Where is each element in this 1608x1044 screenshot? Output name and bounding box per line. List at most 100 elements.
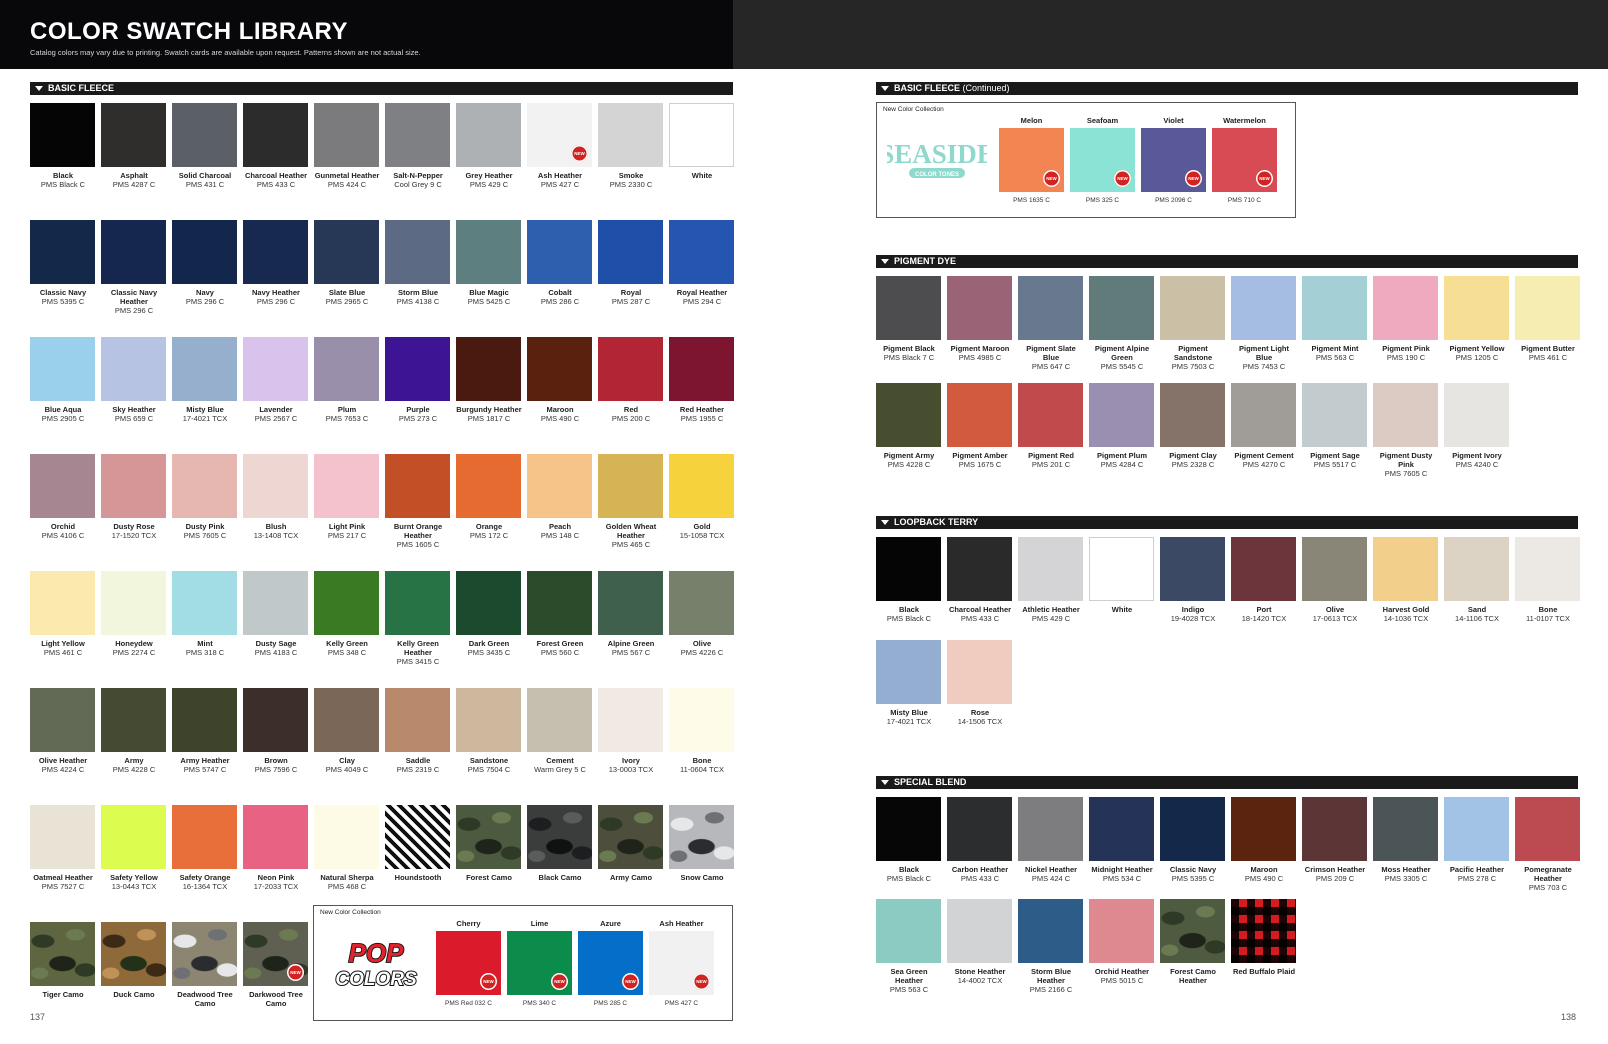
swatch-slate-blue[interactable]: Slate Blue PMS 2965 C <box>314 220 380 306</box>
swatch-black[interactable]: Black PMS Black C <box>876 797 942 883</box>
swatch-white[interactable]: White <box>669 103 735 180</box>
swatch-carbon-heather[interactable]: Carbon Heather PMS 433 C <box>947 797 1013 883</box>
swatch-charcoal-heather[interactable]: Charcoal Heather PMS 433 C <box>243 103 309 189</box>
swatch-pigment-black[interactable]: Pigment Black PMS Black 7 C <box>876 276 942 362</box>
swatch-asphalt[interactable]: Asphalt PMS 4287 C <box>101 103 167 189</box>
swatch-forest-camo[interactable]: Forest Camo <box>456 805 522 882</box>
swatch-classic-navy[interactable]: Classic Navy PMS 5395 C <box>30 220 96 306</box>
swatch-pigment-amber[interactable]: Pigment Amber PMS 1675 C <box>947 383 1013 469</box>
swatch-duck-camo[interactable]: Duck Camo <box>101 922 167 999</box>
swatch-athletic-heather[interactable]: Athletic Heather PMS 429 C <box>1018 537 1084 623</box>
swatch-bone[interactable]: Bone 11-0107 TCX <box>1515 537 1581 623</box>
swatch-burgundy-heather[interactable]: Burgundy Heather PMS 1817 C <box>456 337 522 423</box>
swatch-pigment-clay[interactable]: Pigment Clay PMS 2328 C <box>1160 383 1226 469</box>
swatch-lime[interactable]: Lime NEW PMS 340 C <box>507 919 572 1007</box>
swatch-neon-pink[interactable]: Neon Pink 17-2033 TCX <box>243 805 309 891</box>
swatch-navy-heather[interactable]: Navy Heather PMS 296 C <box>243 220 309 306</box>
swatch-navy[interactable]: Navy PMS 296 C <box>172 220 238 306</box>
swatch-classic-navy-heather[interactable]: Classic Navy Heather PMS 296 C <box>101 220 167 315</box>
swatch-midnight-heather[interactable]: Midnight Heather PMS 534 C <box>1089 797 1155 883</box>
section-loopback-terry[interactable]: LOOPBACK TERRY <box>876 516 1578 529</box>
swatch-harvest-gold[interactable]: Harvest Gold 14-1036 TCX <box>1373 537 1439 623</box>
swatch-red-heather[interactable]: Red Heather PMS 1955 C <box>669 337 735 423</box>
swatch-black-camo[interactable]: Black Camo <box>527 805 593 882</box>
swatch-forest-green[interactable]: Forest Green PMS 560 C <box>527 571 593 657</box>
section-pigment-dye[interactable]: PIGMENT DYE <box>876 255 1578 268</box>
swatch-blue-aqua[interactable]: Blue Aqua PMS 2905 C <box>30 337 96 423</box>
swatch-maroon[interactable]: Maroon PMS 490 C <box>1231 797 1297 883</box>
swatch-grey-heather[interactable]: Grey Heather PMS 429 C <box>456 103 522 189</box>
swatch-kelly-green-heather[interactable]: Kelly Green Heather PMS 3415 C <box>385 571 451 666</box>
swatch-azure[interactable]: Azure NEW PMS 285 C <box>578 919 643 1007</box>
swatch-solid-charcoal[interactable]: Solid Charcoal PMS 431 C <box>172 103 238 189</box>
swatch-pigment-yellow[interactable]: Pigment Yellow PMS 1205 C <box>1444 276 1510 362</box>
swatch-moss-heather[interactable]: Moss Heather PMS 3305 C <box>1373 797 1439 883</box>
swatch-blush[interactable]: Blush 13-1408 TCX <box>243 454 309 540</box>
swatch-pigment-cement[interactable]: Pigment Cement PMS 4270 C <box>1231 383 1297 469</box>
swatch-olive[interactable]: Olive 17-0613 TCX <box>1302 537 1368 623</box>
swatch-stone-heather[interactable]: Stone Heather 14-4002 TCX <box>947 899 1013 985</box>
swatch-pigment-sandstone[interactable]: Pigment Sandstone PMS 7503 C <box>1160 276 1226 371</box>
swatch-misty-blue[interactable]: Misty Blue 17-4021 TCX <box>172 337 238 423</box>
swatch-black[interactable]: Black PMS Black C <box>30 103 96 189</box>
swatch-pacific-heather[interactable]: Pacific Heather PMS 278 C <box>1444 797 1510 883</box>
swatch-kelly-green[interactable]: Kelly Green PMS 348 C <box>314 571 380 657</box>
swatch-plum[interactable]: Plum PMS 7653 C <box>314 337 380 423</box>
swatch-houndstooth[interactable]: Houndstooth <box>385 805 451 882</box>
swatch-pigment-mint[interactable]: Pigment Mint PMS 563 C <box>1302 276 1368 362</box>
swatch-olive[interactable]: Olive PMS 4226 C <box>669 571 735 657</box>
swatch-blue-magic[interactable]: Blue Magic PMS 5425 C <box>456 220 522 306</box>
swatch-classic-navy[interactable]: Classic Navy PMS 5395 C <box>1160 797 1226 883</box>
swatch-pigment-army[interactable]: Pigment Army PMS 4228 C <box>876 383 942 469</box>
swatch-maroon[interactable]: Maroon PMS 490 C <box>527 337 593 423</box>
swatch-sea-green-heather[interactable]: Sea Green Heather PMS 563 C <box>876 899 942 994</box>
swatch-tiger-camo[interactable]: Tiger Camo <box>30 922 96 999</box>
swatch-pigment-sage[interactable]: Pigment Sage PMS 5517 C <box>1302 383 1368 469</box>
swatch-dusty-sage[interactable]: Dusty Sage PMS 4183 C <box>243 571 309 657</box>
swatch-charcoal-heather[interactable]: Charcoal Heather PMS 433 C <box>947 537 1013 623</box>
swatch-light-pink[interactable]: Light Pink PMS 217 C <box>314 454 380 540</box>
swatch-lavender[interactable]: Lavender PMS 2567 C <box>243 337 309 423</box>
swatch-red-buffalo-plaid[interactable]: Red Buffalo Plaid <box>1231 899 1297 976</box>
swatch-darkwood-tree-camo[interactable]: NEW Darkwood Tree Camo <box>243 922 309 1008</box>
swatch-olive-heather[interactable]: Olive Heather PMS 4224 C <box>30 688 96 774</box>
swatch-army-heather[interactable]: Army Heather PMS 5747 C <box>172 688 238 774</box>
swatch-sandstone[interactable]: Sandstone PMS 7504 C <box>456 688 522 774</box>
swatch-nickel-heather[interactable]: Nickel Heather PMS 424 C <box>1018 797 1084 883</box>
section-basic-fleece[interactable]: BASIC FLEECE <box>30 82 733 95</box>
swatch-peach[interactable]: Peach PMS 148 C <box>527 454 593 540</box>
swatch-crimson-heather[interactable]: Crimson Heather PMS 209 C <box>1302 797 1368 883</box>
swatch-port[interactable]: Port 18-1420 TCX <box>1231 537 1297 623</box>
swatch-dusty-pink[interactable]: Dusty Pink PMS 7605 C <box>172 454 238 540</box>
swatch-orchid-heather[interactable]: Orchid Heather PMS 5015 C <box>1089 899 1155 985</box>
swatch-red[interactable]: Red PMS 200 C <box>598 337 664 423</box>
swatch-army[interactable]: Army PMS 4228 C <box>101 688 167 774</box>
swatch-pigment-alpine-green[interactable]: Pigment Alpine Green PMS 5545 C <box>1089 276 1155 371</box>
swatch-salt-n-pepper[interactable]: Salt-N-Pepper Cool Grey 9 C <box>385 103 451 189</box>
swatch-royal[interactable]: Royal PMS 287 C <box>598 220 664 306</box>
swatch-pigment-maroon[interactable]: Pigment Maroon PMS 4985 C <box>947 276 1013 362</box>
swatch-pomegranate-heather[interactable]: Pomegranate Heather PMS 703 C <box>1515 797 1581 892</box>
swatch-pigment-pink[interactable]: Pigment Pink PMS 190 C <box>1373 276 1439 362</box>
swatch-saddle[interactable]: Saddle PMS 2319 C <box>385 688 451 774</box>
swatch-light-yellow[interactable]: Light Yellow PMS 461 C <box>30 571 96 657</box>
swatch-pigment-red[interactable]: Pigment Red PMS 201 C <box>1018 383 1084 469</box>
swatch-gunmetal-heather[interactable]: Gunmetal Heather PMS 424 C <box>314 103 380 189</box>
swatch-misty-blue[interactable]: Misty Blue 17-4021 TCX <box>876 640 942 726</box>
swatch-brown[interactable]: Brown PMS 7596 C <box>243 688 309 774</box>
swatch-bone[interactable]: Bone 11-0604 TCX <box>669 688 735 774</box>
swatch-pigment-dusty-pink[interactable]: Pigment Dusty Pink PMS 7605 C <box>1373 383 1439 478</box>
swatch-mint[interactable]: Mint PMS 318 C <box>172 571 238 657</box>
swatch-oatmeal-heather[interactable]: Oatmeal Heather PMS 7527 C <box>30 805 96 891</box>
swatch-white[interactable]: White <box>1089 537 1155 614</box>
swatch-rose[interactable]: Rose 14-1506 TCX <box>947 640 1013 726</box>
swatch-sand[interactable]: Sand 14-1106 TCX <box>1444 537 1510 623</box>
swatch-snow-camo[interactable]: Snow Camo <box>669 805 735 882</box>
swatch-watermelon[interactable]: Watermelon NEW PMS 710 C <box>1212 116 1277 204</box>
swatch-honeydew[interactable]: Honeydew PMS 2274 C <box>101 571 167 657</box>
swatch-burnt-orange-heather[interactable]: Burnt Orange Heather PMS 1605 C <box>385 454 451 549</box>
swatch-sky-heather[interactable]: Sky Heather PMS 659 C <box>101 337 167 423</box>
swatch-alpine-green[interactable]: Alpine Green PMS 567 C <box>598 571 664 657</box>
swatch-ash-heather[interactable]: NEW Ash Heather PMS 427 C <box>527 103 593 189</box>
swatch-pigment-ivory[interactable]: Pigment Ivory PMS 4240 C <box>1444 383 1510 469</box>
